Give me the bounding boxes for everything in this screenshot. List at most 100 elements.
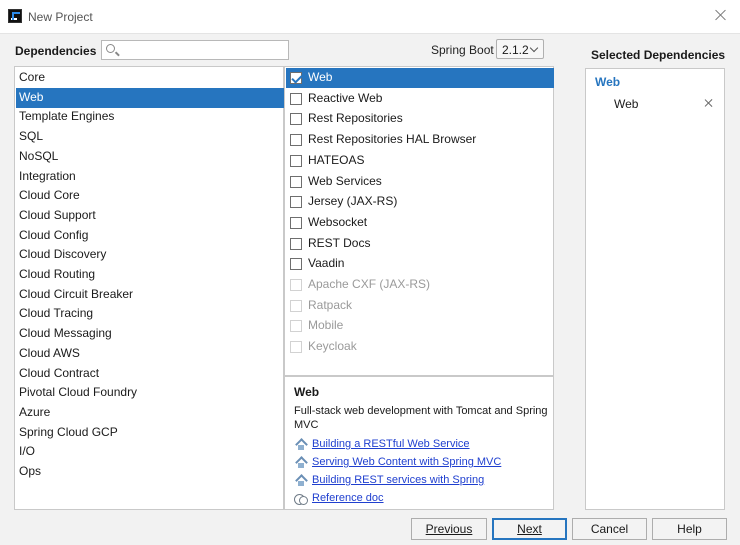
category-item[interactable]: Cloud Core	[16, 186, 284, 206]
checkbox-icon[interactable]	[290, 175, 302, 188]
category-item[interactable]: Cloud AWS	[16, 344, 284, 364]
close-icon[interactable]	[714, 8, 728, 22]
checkbox-icon[interactable]	[290, 237, 302, 250]
guide-link[interactable]: Serving Web Content with Spring MVC	[312, 456, 501, 468]
dependency-label: Ratpack	[308, 297, 353, 312]
dependency-item[interactable]: Rest Repositories HAL Browser	[286, 130, 554, 150]
chevron-down-icon	[529, 43, 539, 53]
category-item[interactable]: SQL	[16, 127, 284, 147]
dependency-label: Websocket	[308, 214, 368, 229]
dependency-label: Web Services	[308, 173, 382, 188]
description-text: Full-stack web development with Tomcat a…	[294, 405, 548, 431]
dependency-label: Rest Repositories HAL Browser	[308, 132, 477, 147]
dependency-item[interactable]: Web	[286, 68, 554, 88]
checkbox-icon[interactable]	[290, 134, 302, 147]
category-item[interactable]: Cloud Discovery	[16, 245, 284, 265]
previous-button[interactable]: Previous	[411, 518, 487, 540]
dependency-item[interactable]: Rest Repositories	[286, 109, 554, 129]
next-button-label: Next	[517, 522, 542, 536]
checkbox-icon	[290, 299, 302, 312]
checkbox-icon[interactable]	[290, 258, 302, 271]
home-icon	[296, 440, 306, 450]
spring-boot-version-value: 2.1.2	[502, 43, 529, 57]
category-item[interactable]: Cloud Routing	[16, 265, 284, 285]
category-item[interactable]: I/O	[16, 442, 284, 462]
category-item[interactable]: NoSQL	[16, 147, 284, 167]
guide-link[interactable]: Building a RESTful Web Service	[312, 438, 470, 450]
category-item[interactable]: Cloud Circuit Breaker	[16, 285, 284, 305]
title-bar: New Project	[0, 0, 740, 34]
remove-dependency-icon[interactable]	[704, 98, 714, 108]
category-item[interactable]: Cloud Messaging	[16, 324, 284, 344]
dependencies-label: Dependencies	[15, 44, 97, 58]
dependency-item[interactable]: Reactive Web	[286, 89, 554, 109]
help-button-label: Help	[677, 522, 702, 536]
spring-boot-version-select[interactable]: 2.1.2	[496, 39, 544, 59]
dependency-label: HATEOAS	[308, 152, 365, 167]
dependency-label: Vaadin	[308, 256, 345, 271]
cancel-button[interactable]: Cancel	[572, 518, 647, 540]
checkbox-icon[interactable]	[290, 154, 302, 167]
cancel-button-label: Cancel	[590, 522, 629, 536]
dependency-item[interactable]: Web Services	[286, 172, 554, 192]
checkbox-icon[interactable]	[290, 113, 302, 126]
spring-boot-label: Spring Boot	[431, 43, 494, 57]
dependency-item[interactable]: Vaadin	[286, 254, 554, 274]
category-item[interactable]: Pivotal Cloud Foundry	[16, 383, 284, 403]
category-item[interactable]: Ops	[16, 462, 284, 482]
checkbox-icon[interactable]	[290, 92, 302, 105]
dependency-item[interactable]: Websocket	[286, 213, 554, 233]
search-field[interactable]	[101, 40, 289, 60]
dependency-label: Apache CXF (JAX-RS)	[308, 277, 431, 291]
dependency-item[interactable]: HATEOAS	[286, 151, 554, 171]
checkbox-icon	[290, 341, 302, 354]
help-button[interactable]: Help	[652, 518, 727, 540]
category-item[interactable]: Cloud Config	[16, 226, 284, 246]
reference-doc-link[interactable]: Reference doc	[312, 492, 384, 504]
category-item[interactable]: Cloud Contract	[16, 364, 284, 384]
dependency-item: Ratpack	[286, 296, 554, 316]
dependency-label: Rest Repositories	[308, 111, 403, 126]
category-item[interactable]: Spring Cloud GCP	[16, 423, 284, 443]
checkbox-checked-icon[interactable]	[290, 72, 302, 84]
category-list[interactable]: Core Web Template Engines SQL NoSQL Integrati…	[14, 66, 284, 510]
guide-link[interactable]: Building REST services with Spring	[312, 474, 484, 486]
checkbox-icon[interactable]	[290, 196, 302, 209]
dependency-label: Reactive Web	[308, 90, 383, 105]
intellij-logo-icon	[8, 9, 22, 23]
checkbox-icon	[290, 320, 302, 333]
home-icon	[296, 476, 306, 486]
selected-dependencies-label: Selected Dependencies	[591, 48, 726, 62]
description-title: Web	[294, 385, 320, 399]
dependency-item: Keycloak	[286, 337, 554, 357]
dependency-item[interactable]: Jersey (JAX-RS)	[286, 192, 554, 212]
previous-button-label: Previous	[425, 522, 473, 536]
checkbox-icon	[290, 279, 302, 291]
window-title: New Project	[28, 10, 93, 24]
dependency-label: Mobile	[308, 318, 344, 333]
selected-group-title: Web	[595, 75, 621, 89]
search-icon	[106, 44, 115, 53]
checkbox-icon[interactable]	[290, 216, 302, 229]
dependency-item: Mobile	[286, 316, 554, 336]
dependency-label: Keycloak	[308, 339, 357, 354]
reference-doc-icon	[294, 493, 308, 505]
selected-dependencies-panel: Web Web	[585, 68, 725, 510]
category-item[interactable]: Cloud Tracing	[16, 304, 284, 324]
next-button[interactable]: Next	[492, 518, 567, 540]
dependency-label: Web	[308, 70, 333, 84]
category-item[interactable]: Cloud Support	[16, 206, 284, 226]
category-item[interactable]: Integration	[16, 167, 284, 187]
dependency-label: REST Docs	[308, 235, 371, 250]
selected-dependency-item: Web	[614, 97, 639, 111]
category-item[interactable]: Core	[16, 68, 284, 88]
category-item[interactable]: Template Engines	[16, 107, 284, 127]
home-icon	[296, 458, 306, 468]
category-item[interactable]: Azure	[16, 403, 284, 423]
dependency-list[interactable]: Web Reactive Web Rest Repositories Rest Rep…	[284, 66, 554, 376]
dependency-item: Apache CXF (JAX-RS)	[286, 275, 554, 295]
dependency-label: Jersey (JAX-RS)	[308, 194, 398, 209]
search-input[interactable]	[120, 42, 286, 58]
dependency-item[interactable]: REST Docs	[286, 234, 554, 254]
category-item[interactable]: Web	[16, 87, 284, 108]
